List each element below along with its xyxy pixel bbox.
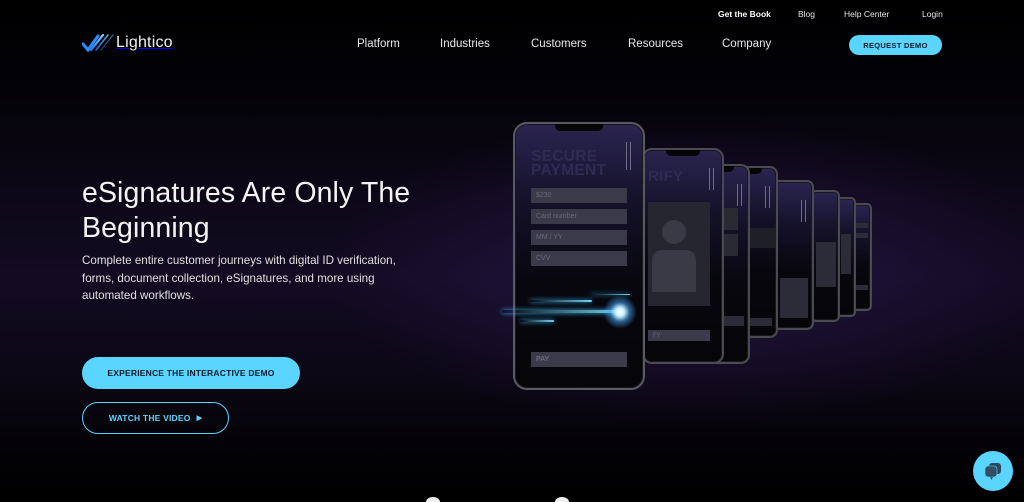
phone-mockup-illustration: AD RIFY FY SECURE PAYMENT $230 Card numb… [0, 0, 1024, 502]
phone-mockup-secure-payment: SECURE PAYMENT $230 Card number MM / YY … [513, 122, 645, 390]
light-flare [603, 295, 637, 329]
phone-mockup-verify: RIFY FY [642, 148, 724, 364]
payment-title-line2: PAYMENT [531, 162, 607, 179]
phone-mockup [810, 190, 840, 322]
section-icon [426, 497, 440, 502]
phone-mockup [772, 180, 814, 330]
person-icon [662, 220, 686, 244]
amount-field-mock: $230 [531, 188, 627, 203]
chat-widget-button[interactable] [973, 451, 1013, 491]
verify-button-mock: FY [648, 330, 710, 341]
chat-bubbles-icon [984, 463, 1001, 480]
section-icon [555, 497, 569, 502]
light-streak [530, 300, 592, 302]
cvv-field-mock: CVV [531, 251, 627, 266]
card-number-field-mock: Card number [531, 209, 627, 224]
pay-button-mock: PAY [531, 352, 627, 367]
light-streak [520, 320, 554, 322]
id-photo-placeholder [648, 202, 710, 306]
expiry-field-mock: MM / YY [531, 230, 627, 245]
verify-screen-title: RIFY [648, 168, 684, 185]
